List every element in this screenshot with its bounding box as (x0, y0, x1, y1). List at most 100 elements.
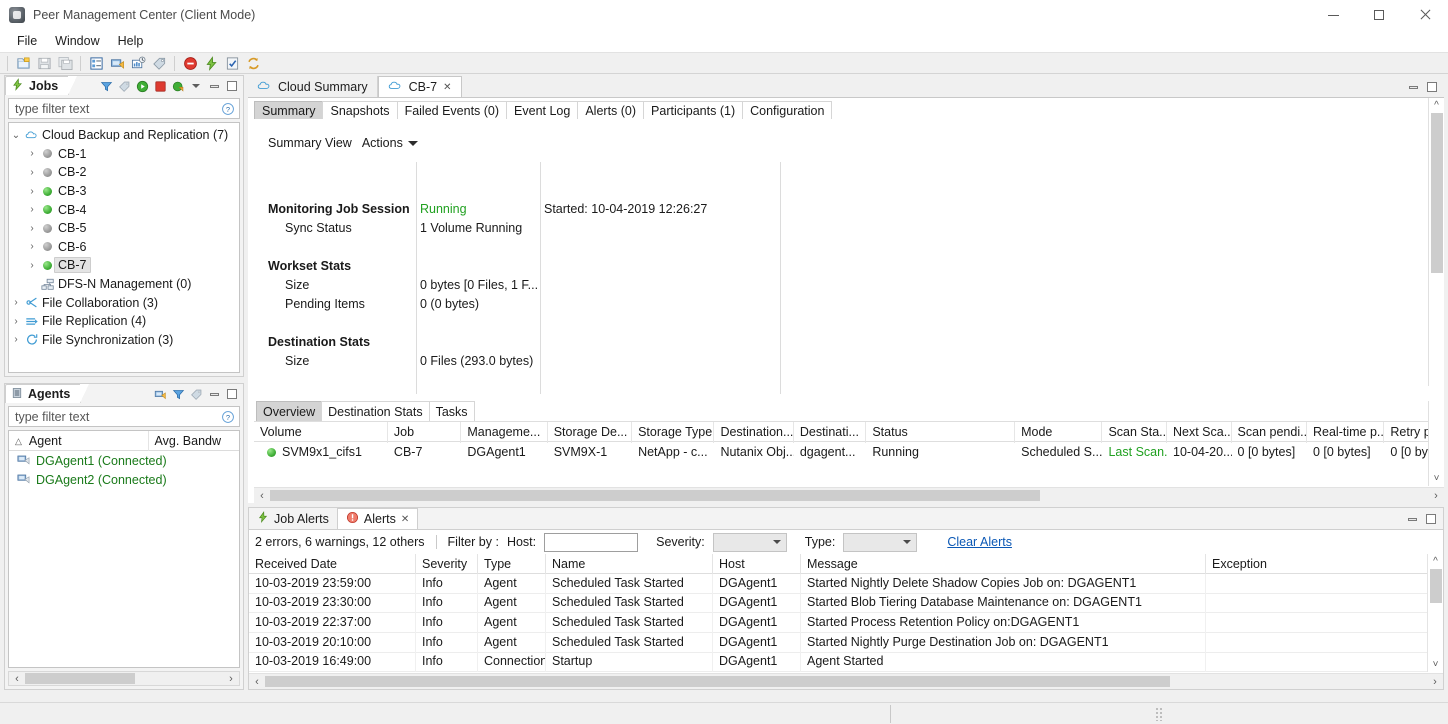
table-row[interactable]: 10-03-2019 23:30:00 Info Agent Scheduled… (249, 593, 1443, 614)
subtab-event-log[interactable]: Event Log (506, 101, 579, 119)
minimize-window-button[interactable] (1310, 0, 1356, 30)
type-select[interactable] (843, 532, 918, 552)
column-header-mode[interactable]: Mode (1015, 422, 1103, 443)
tree-item-file-synchronization[interactable]: › File Synchronization (3) (9, 331, 239, 350)
scroll-left-icon[interactable]: ‹ (9, 673, 25, 685)
tree-item-dfs-n-management[interactable]: DFS-N Management (0) (9, 275, 239, 294)
clear-alerts-button[interactable]: Clear Alerts (947, 535, 1012, 549)
twisty-expanded-icon[interactable]: ⌄ (9, 130, 23, 141)
column-header-status[interactable]: Status (866, 422, 1016, 443)
refresh-icon[interactable] (170, 78, 186, 94)
maximize-icon[interactable] (224, 78, 240, 94)
maximize-icon[interactable] (1424, 79, 1440, 95)
agent-action-icon[interactable] (152, 386, 168, 402)
column-header-realtime-pending[interactable]: Real-time p... (1307, 422, 1385, 443)
host-filter-input[interactable] (544, 532, 639, 552)
table-row[interactable]: 10-03-2019 23:59:00 Info Agent Scheduled… (249, 573, 1443, 594)
tree-item-cb-7[interactable]: › CB-7 (9, 256, 239, 275)
tab-job-alerts[interactable]: Job Alerts (249, 508, 337, 529)
column-header-avg-bandwidth[interactable]: Avg. Bandw (149, 431, 239, 451)
agents-filter-input[interactable] (13, 408, 221, 425)
reports-icon[interactable] (128, 54, 148, 73)
minimize-icon[interactable] (1404, 511, 1420, 527)
tree-item-cb-4[interactable]: › CB-4 (9, 200, 239, 219)
tab-jobs[interactable]: Jobs (5, 76, 78, 95)
tab-alerts[interactable]: Alerts ✕ (336, 508, 419, 529)
column-header-volume[interactable]: Volume (254, 422, 388, 443)
alerts-horizontal-scrollbar[interactable]: ‹ › (249, 673, 1443, 689)
start-icon[interactable] (134, 78, 150, 94)
subtab-configuration[interactable]: Configuration (742, 101, 833, 119)
help-icon[interactable]: ? (221, 102, 235, 116)
tree-item-cb-2[interactable]: › CB-2 (9, 163, 239, 182)
scroll-thumb[interactable] (1429, 569, 1442, 603)
twisty-collapsed-icon[interactable]: › (25, 260, 39, 271)
column-header-host[interactable]: Host (713, 554, 801, 574)
column-header-storage-device[interactable]: Storage De... (548, 422, 633, 443)
twisty-collapsed-icon[interactable]: › (25, 204, 39, 215)
close-icon[interactable]: ✕ (401, 514, 409, 525)
jobs-filter-box[interactable]: ? (8, 98, 240, 119)
sync-icon[interactable] (243, 54, 263, 73)
scroll-track[interactable] (25, 673, 223, 684)
tag-icon[interactable] (188, 386, 204, 402)
editor-vertical-scrollbar[interactable]: ^ (1428, 98, 1444, 386)
column-header-agent[interactable]: △ Agent (9, 431, 149, 451)
jobs-tree[interactable]: ⌄ Cloud Backup and Replication (7) › CB-… (8, 122, 240, 373)
minimize-icon[interactable] (206, 78, 222, 94)
subtab-snapshots[interactable]: Snapshots (322, 101, 398, 119)
agent-row[interactable]: DGAgent1 (Connected) (9, 451, 239, 470)
close-window-button[interactable] (1402, 0, 1448, 30)
resize-grip-icon[interactable] (1155, 707, 1163, 721)
scroll-up-icon[interactable]: ^ (1434, 98, 1439, 113)
twisty-collapsed-icon[interactable]: › (25, 148, 39, 159)
tree-item-cb-6[interactable]: › CB-6 (9, 238, 239, 257)
agents-filter-box[interactable]: ? (8, 406, 240, 427)
column-header-storage-type[interactable]: Storage Type (632, 422, 715, 443)
job-list-icon[interactable] (86, 54, 106, 73)
filter-icon[interactable] (170, 386, 186, 402)
check-icon[interactable] (222, 54, 242, 73)
stop-icon[interactable] (152, 78, 168, 94)
scroll-thumb[interactable] (270, 490, 1040, 501)
menu-help[interactable]: Help (109, 32, 153, 50)
twisty-collapsed-icon[interactable]: › (9, 316, 23, 327)
tree-item-file-collaboration[interactable]: › File Collaboration (3) (9, 293, 239, 312)
maximize-icon[interactable] (224, 386, 240, 402)
table-row[interactable]: SVM9x1_cifs1 CB-7 DGAgent1 SVM9X-1 NetAp… (254, 442, 1444, 462)
column-header-destination-2[interactable]: Destinati... (794, 422, 867, 443)
tree-item-file-replication[interactable]: › File Replication (4) (9, 312, 239, 331)
scroll-track[interactable] (270, 490, 1428, 501)
scroll-down-icon[interactable]: ˅ (1433, 657, 1439, 672)
actions-menu[interactable]: Actions (362, 136, 418, 150)
tag-icon[interactable] (149, 54, 169, 73)
column-header-name[interactable]: Name (546, 554, 713, 574)
editor-tab-cloud-summary[interactable]: Cloud Summary (248, 76, 378, 97)
tree-item-cb-1[interactable]: › CB-1 (9, 145, 239, 164)
column-header-received-date[interactable]: Received Date (249, 554, 416, 574)
column-header-severity[interactable]: Severity (416, 554, 478, 574)
agents-horizontal-scrollbar[interactable]: ‹ › (8, 671, 240, 686)
scroll-thumb[interactable] (25, 673, 135, 684)
view-menu-icon[interactable] (188, 78, 204, 94)
tab-tasks[interactable]: Tasks (428, 401, 475, 421)
tab-overview[interactable]: Overview (256, 401, 323, 421)
agents-icon[interactable] (107, 54, 127, 73)
twisty-collapsed-icon[interactable]: › (25, 241, 39, 252)
save-icon[interactable] (34, 54, 54, 73)
alerts-vertical-scrollbar[interactable]: ^ ˅ (1427, 554, 1443, 672)
overview-horizontal-scrollbar[interactable]: ‹ › (254, 487, 1444, 503)
maximize-icon[interactable] (1423, 511, 1439, 527)
editor-tab-cb-7[interactable]: CB-7 ✕ (377, 76, 462, 97)
column-header-message[interactable]: Message (801, 554, 1206, 574)
scroll-thumb[interactable] (265, 676, 1170, 687)
table-row[interactable]: 10-03-2019 22:37:00 Info Agent Scheduled… (249, 612, 1443, 634)
agent-row[interactable]: DGAgent2 (Connected) (9, 470, 239, 489)
subtab-alerts[interactable]: Alerts (0) (577, 101, 645, 119)
scroll-down-icon[interactable]: ˅ (1434, 471, 1440, 486)
tree-item-cb-3[interactable]: › CB-3 (9, 182, 239, 201)
table-row[interactable]: 10-03-2019 16:49:00 Info Connection Star… (249, 652, 1443, 673)
minimize-icon[interactable] (206, 386, 222, 402)
twisty-collapsed-icon[interactable]: › (9, 334, 23, 345)
scroll-right-icon[interactable]: › (223, 673, 239, 685)
